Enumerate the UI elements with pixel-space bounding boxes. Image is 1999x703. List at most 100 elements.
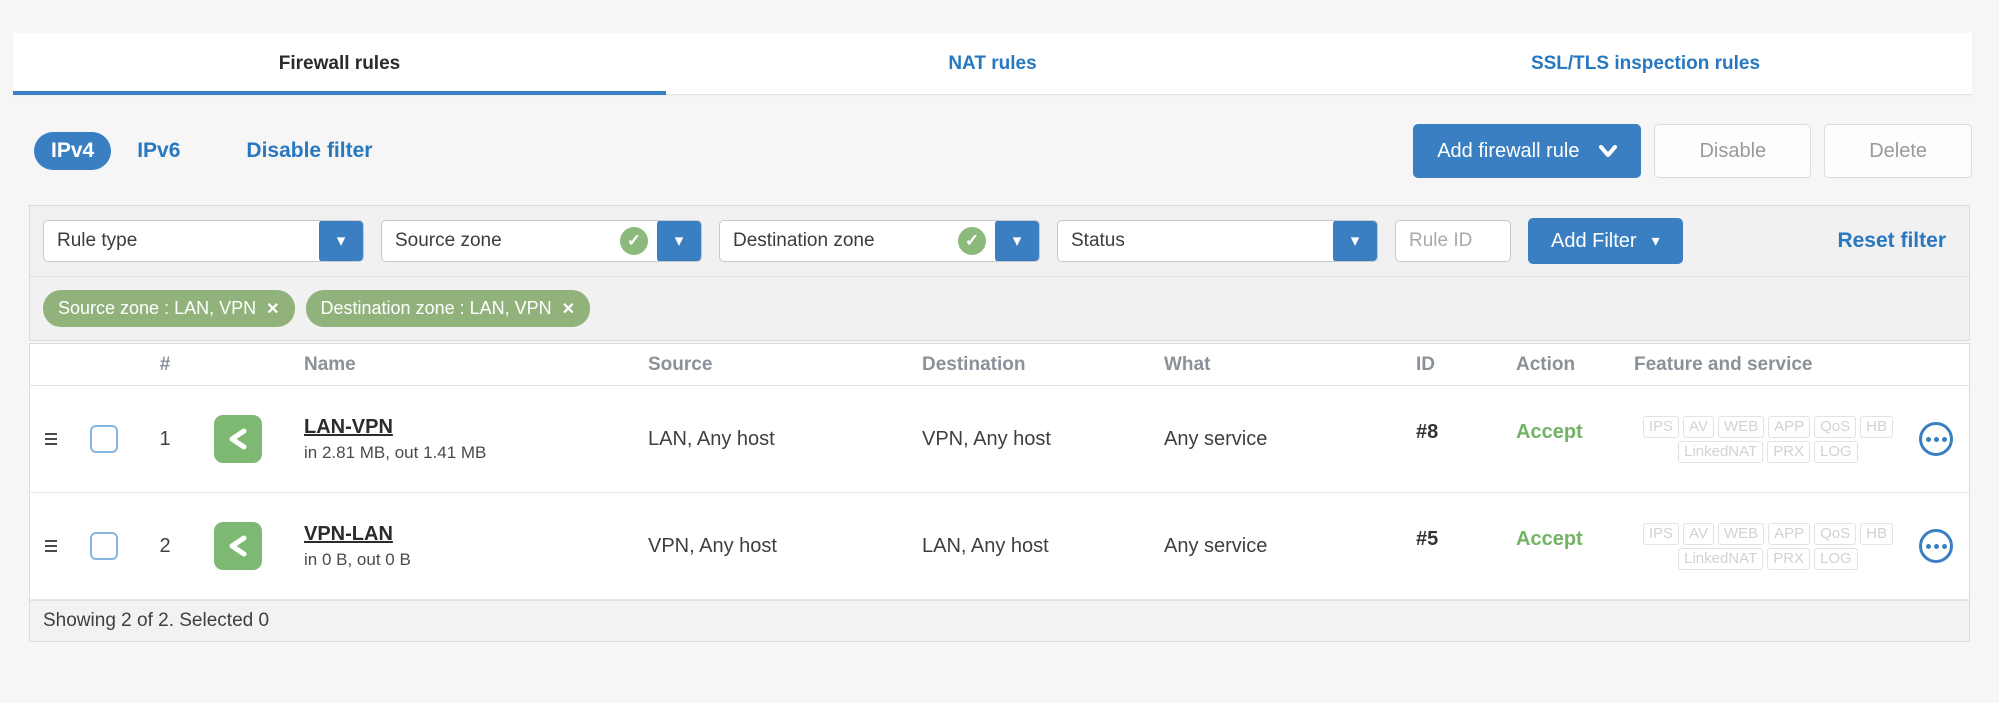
filter-row: Rule type ▾ Source zone ✓ ▾ Destination … — [30, 206, 1969, 276]
firewall-rules-table: # Name Source Destination What ID Action… — [29, 343, 1970, 642]
header-source: Source — [648, 353, 713, 375]
delete-button[interactable]: Delete — [1824, 124, 1972, 178]
row-checkbox[interactable] — [90, 425, 118, 453]
row-checkbox[interactable] — [90, 532, 118, 560]
filter-applied-check-icon: ✓ — [958, 227, 986, 255]
close-icon[interactable]: ✕ — [562, 299, 575, 319]
feature-badge-qos: QoS — [1814, 415, 1857, 438]
feature-and-service-cell: IPS AV WEB APP QoS HB LinkedNAT PRX LOG — [1612, 415, 1969, 463]
feature-badge-app: APP — [1768, 415, 1811, 438]
chevron-down-icon[interactable]: ▾ — [1333, 221, 1377, 261]
chevron-down-icon[interactable]: ▾ — [995, 221, 1039, 261]
status-dropdown[interactable]: Status ▾ — [1057, 220, 1378, 262]
feature-badge-av: AV — [1683, 415, 1714, 438]
toolbar: IPv4 IPv6 Disable filter Add firewall ru… — [13, 124, 1972, 178]
share-icon — [229, 535, 247, 557]
rule-type-label: Rule type — [57, 230, 138, 251]
rule-destination: VPN, Any host — [922, 427, 1051, 450]
feature-badge-hb: HB — [1860, 522, 1893, 545]
rule-name-cell: VPN-LAN in 0 B, out 0 B — [280, 523, 624, 570]
filter-panel: Rule type ▾ Source zone ✓ ▾ Destination … — [29, 205, 1970, 341]
rule-action: Accept — [1516, 420, 1583, 443]
ellipsis-icon — [1925, 436, 1931, 442]
rule-id: #5 — [1416, 527, 1439, 550]
header-destination: Destination — [922, 353, 1026, 375]
add-filter-label: Add Filter — [1551, 229, 1637, 252]
rule-what: Any service — [1164, 534, 1268, 557]
more-actions-button[interactable] — [1919, 422, 1953, 456]
tab-nat-rules[interactable]: NAT rules — [666, 33, 1319, 94]
feature-badge-log: LOG — [1814, 440, 1858, 463]
header-what: What — [1164, 353, 1211, 375]
ipv4-toggle[interactable]: IPv4 — [34, 132, 112, 170]
feature-badge-ips: IPS — [1642, 415, 1680, 438]
rule-id-input[interactable] — [1395, 220, 1511, 262]
rule-source: VPN, Any host — [648, 534, 777, 557]
destination-zone-filter-chip[interactable]: Destination zone : LAN, VPN ✕ — [305, 290, 591, 327]
table-header-row: # Name Source Destination What ID Action… — [30, 344, 1969, 386]
chip-label: Source zone : LAN, VPN — [58, 298, 257, 318]
chevron-down-icon: ▾ — [1651, 233, 1660, 250]
tab-firewall-rules[interactable]: Firewall rules — [13, 33, 666, 95]
feature-badge-linkednat: LinkedNAT — [1678, 440, 1764, 463]
share-icon — [229, 428, 247, 450]
drag-handle-cell — [30, 433, 74, 445]
rule-what: Any service — [1164, 427, 1268, 450]
feature-badge-log: LOG — [1814, 547, 1858, 570]
toolbar-buttons: Add firewall rule Disable Delete — [1413, 124, 1972, 178]
chevron-down-icon[interactable]: ▾ — [319, 221, 363, 261]
feature-badge-web: WEB — [1717, 415, 1765, 438]
feature-badge-web: WEB — [1717, 522, 1765, 545]
chip-label: Destination zone : LAN, VPN — [320, 298, 552, 318]
source-zone-dropdown[interactable]: Source zone ✓ ▾ — [381, 220, 702, 262]
source-zone-label: Source zone — [395, 230, 502, 251]
ipv6-toggle[interactable]: IPv6 — [137, 139, 180, 163]
status-label: Status — [1071, 230, 1125, 251]
add-firewall-rule-label: Add firewall rule — [1437, 139, 1580, 162]
feature-badge-linkednat: LinkedNAT — [1678, 547, 1764, 570]
rule-source: LAN, Any host — [648, 427, 775, 450]
table-row: 2 VPN-LAN in 0 B, out 0 B VPN, Any host … — [30, 493, 1969, 600]
header-action: Action — [1516, 353, 1576, 375]
feature-badge-prx: PRX — [1767, 440, 1811, 463]
active-filter-chips: Source zone : LAN, VPN ✕ Destination zon… — [30, 276, 1969, 340]
feature-badge-av: AV — [1683, 522, 1714, 545]
rule-name-link[interactable]: LAN-VPN — [304, 416, 624, 439]
chevron-down-icon[interactable]: ▾ — [657, 221, 701, 261]
destination-zone-dropdown[interactable]: Destination zone ✓ ▾ — [719, 220, 1040, 262]
rule-name-link[interactable]: VPN-LAN — [304, 523, 624, 546]
feature-and-service-cell: IPS AV WEB APP QoS HB LinkedNAT PRX LOG — [1612, 522, 1969, 570]
reset-filter-link[interactable]: Reset filter — [1837, 229, 1956, 253]
checkbox-cell — [74, 532, 134, 560]
rule-type-dropdown[interactable]: Rule type ▾ — [43, 220, 364, 262]
close-icon[interactable]: ✕ — [266, 299, 279, 319]
disable-filter-link[interactable]: Disable filter — [246, 139, 372, 163]
rule-number: 2 — [159, 534, 171, 557]
network-rule-icon[interactable] — [214, 415, 262, 463]
drag-handle-icon[interactable] — [45, 540, 74, 552]
disable-button[interactable]: Disable — [1654, 124, 1812, 178]
rule-name-cell: LAN-VPN in 2.81 MB, out 1.41 MB — [280, 416, 624, 463]
rule-destination: LAN, Any host — [922, 534, 1049, 557]
add-firewall-rule-button[interactable]: Add firewall rule — [1413, 124, 1642, 178]
tab-ssl-tls-inspection-rules[interactable]: SSL/TLS inspection rules — [1319, 33, 1972, 94]
filter-applied-check-icon: ✓ — [620, 227, 648, 255]
source-zone-filter-chip[interactable]: Source zone : LAN, VPN ✕ — [43, 290, 295, 327]
feature-badge-qos: QoS — [1814, 522, 1857, 545]
header-id: ID — [1416, 353, 1435, 375]
rule-action: Accept — [1516, 527, 1583, 550]
rule-icon-cell — [196, 522, 280, 570]
drag-handle-icon[interactable] — [45, 433, 74, 445]
header-number: # — [159, 353, 171, 375]
add-filter-button[interactable]: Add Filter ▾ — [1528, 218, 1683, 264]
feature-badges: IPS AV WEB APP QoS HB LinkedNAT PRX LOG — [1642, 522, 1893, 570]
feature-badges: IPS AV WEB APP QoS HB LinkedNAT PRX LOG — [1642, 415, 1893, 463]
chevron-down-icon — [1599, 145, 1618, 157]
feature-badge-hb: HB — [1860, 415, 1893, 438]
network-rule-icon[interactable] — [214, 522, 262, 570]
feature-badge-prx: PRX — [1767, 547, 1811, 570]
more-actions-button[interactable] — [1919, 529, 1953, 563]
rule-id: #8 — [1416, 420, 1439, 443]
rule-traffic: in 0 B, out 0 B — [304, 549, 411, 569]
header-name: Name — [304, 353, 356, 375]
